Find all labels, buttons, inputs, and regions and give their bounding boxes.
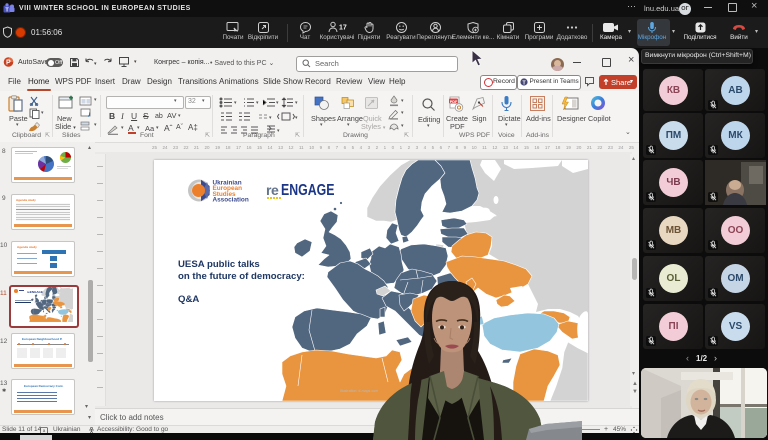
svg-text:▾: ▾ bbox=[276, 100, 279, 106]
svg-text:▾: ▾ bbox=[295, 100, 298, 106]
svg-text:а: а bbox=[43, 428, 46, 433]
svg-text:▾: ▾ bbox=[295, 115, 298, 121]
svg-text:▾: ▾ bbox=[277, 128, 280, 134]
svg-text:▾: ▾ bbox=[94, 61, 97, 67]
svg-text:▾: ▾ bbox=[256, 100, 259, 106]
svg-text:Association: Association bbox=[213, 197, 249, 204]
svg-text:▾: ▾ bbox=[269, 115, 272, 121]
svg-text:P: P bbox=[6, 60, 11, 67]
svg-text:PDF: PDF bbox=[450, 100, 458, 104]
svg-text:▾: ▾ bbox=[234, 100, 237, 106]
